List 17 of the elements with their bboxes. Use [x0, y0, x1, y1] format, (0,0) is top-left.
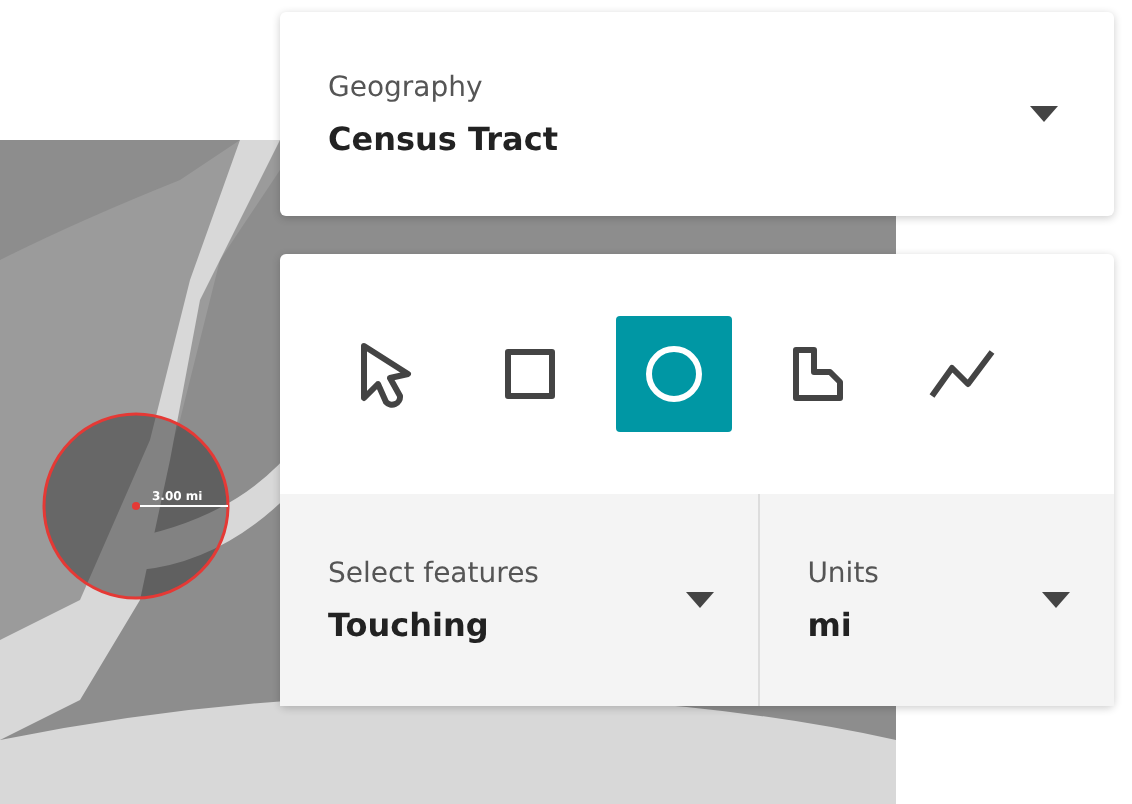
dropdown-caret-icon — [1042, 592, 1070, 608]
line-icon — [928, 348, 996, 400]
geography-dropdown[interactable]: Geography Census Tract — [280, 12, 1114, 216]
dropdown-caret-icon — [1030, 106, 1058, 122]
field-label: Select features — [328, 557, 539, 589]
polygon-icon — [790, 346, 846, 402]
select-features-dropdown[interactable]: Select features Touching — [280, 494, 758, 706]
units-dropdown[interactable]: Units mi — [757, 494, 1114, 706]
field-value: Census Tract — [328, 119, 558, 157]
dropdown-caret-icon — [685, 592, 714, 608]
field-label: Geography — [328, 71, 485, 103]
pointer-icon — [358, 340, 414, 408]
square-icon — [504, 348, 556, 400]
field-label: Units — [807, 557, 879, 589]
field-value: mi — [807, 605, 854, 643]
field-value: Touching — [328, 605, 491, 643]
circle-icon — [644, 344, 704, 404]
